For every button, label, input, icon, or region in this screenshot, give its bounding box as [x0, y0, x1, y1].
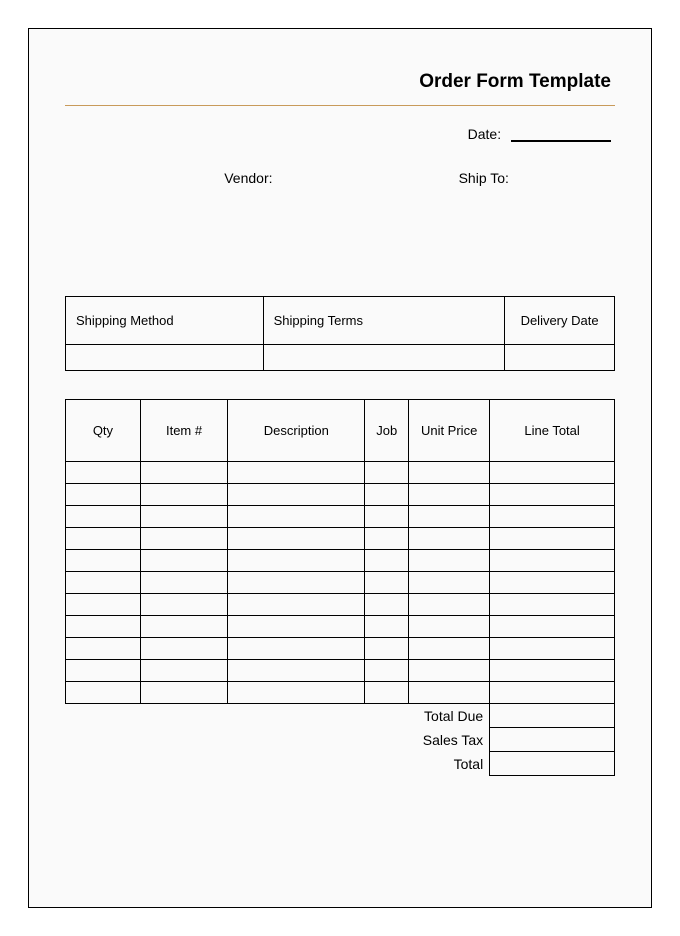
item-header: Item #	[140, 400, 227, 462]
total-row: Total	[66, 752, 615, 776]
total-due-label: Total Due	[66, 704, 490, 728]
form-title: Order Form Template	[65, 71, 615, 105]
title-divider	[65, 105, 615, 106]
shipping-method-header: Shipping Method	[66, 297, 264, 345]
items-header-row: Qty Item # Description Job Unit Price Li…	[66, 400, 615, 462]
sales-tax-value[interactable]	[490, 728, 615, 752]
total-due-row: Total Due	[66, 704, 615, 728]
date-label: Date:	[468, 126, 501, 142]
vendor-shipto-row: Vendor: Ship To:	[65, 170, 615, 186]
shipping-terms-cell[interactable]	[263, 345, 505, 371]
shipping-table: Shipping Method Shipping Terms Delivery …	[65, 296, 615, 371]
table-row	[66, 550, 615, 572]
total-value[interactable]	[490, 752, 615, 776]
table-row	[66, 572, 615, 594]
shipping-data-row	[66, 345, 615, 371]
table-row	[66, 528, 615, 550]
qty-header: Qty	[66, 400, 141, 462]
sales-tax-row: Sales Tax	[66, 728, 615, 752]
job-header: Job	[365, 400, 409, 462]
unit-price-header: Unit Price	[409, 400, 490, 462]
shipping-method-cell[interactable]	[66, 345, 264, 371]
shipping-header-row: Shipping Method Shipping Terms Delivery …	[66, 297, 615, 345]
total-due-value[interactable]	[490, 704, 615, 728]
table-row	[66, 462, 615, 484]
date-input-line[interactable]	[511, 140, 611, 142]
delivery-date-header: Delivery Date	[505, 297, 615, 345]
table-row	[66, 616, 615, 638]
vendor-label: Vendor:	[65, 170, 313, 186]
items-table: Qty Item # Description Job Unit Price Li…	[65, 399, 615, 776]
table-row	[66, 594, 615, 616]
table-row	[66, 638, 615, 660]
description-header: Description	[228, 400, 365, 462]
table-row	[66, 660, 615, 682]
shipping-terms-header: Shipping Terms	[263, 297, 505, 345]
table-row	[66, 682, 615, 704]
table-row	[66, 484, 615, 506]
order-form-page: Order Form Template Date: Vendor: Ship T…	[28, 28, 652, 908]
total-label: Total	[66, 752, 490, 776]
date-row: Date:	[65, 126, 615, 142]
sales-tax-label: Sales Tax	[66, 728, 490, 752]
table-row	[66, 506, 615, 528]
line-total-header: Line Total	[490, 400, 615, 462]
delivery-date-cell[interactable]	[505, 345, 615, 371]
shipto-label: Ship To:	[313, 170, 616, 186]
